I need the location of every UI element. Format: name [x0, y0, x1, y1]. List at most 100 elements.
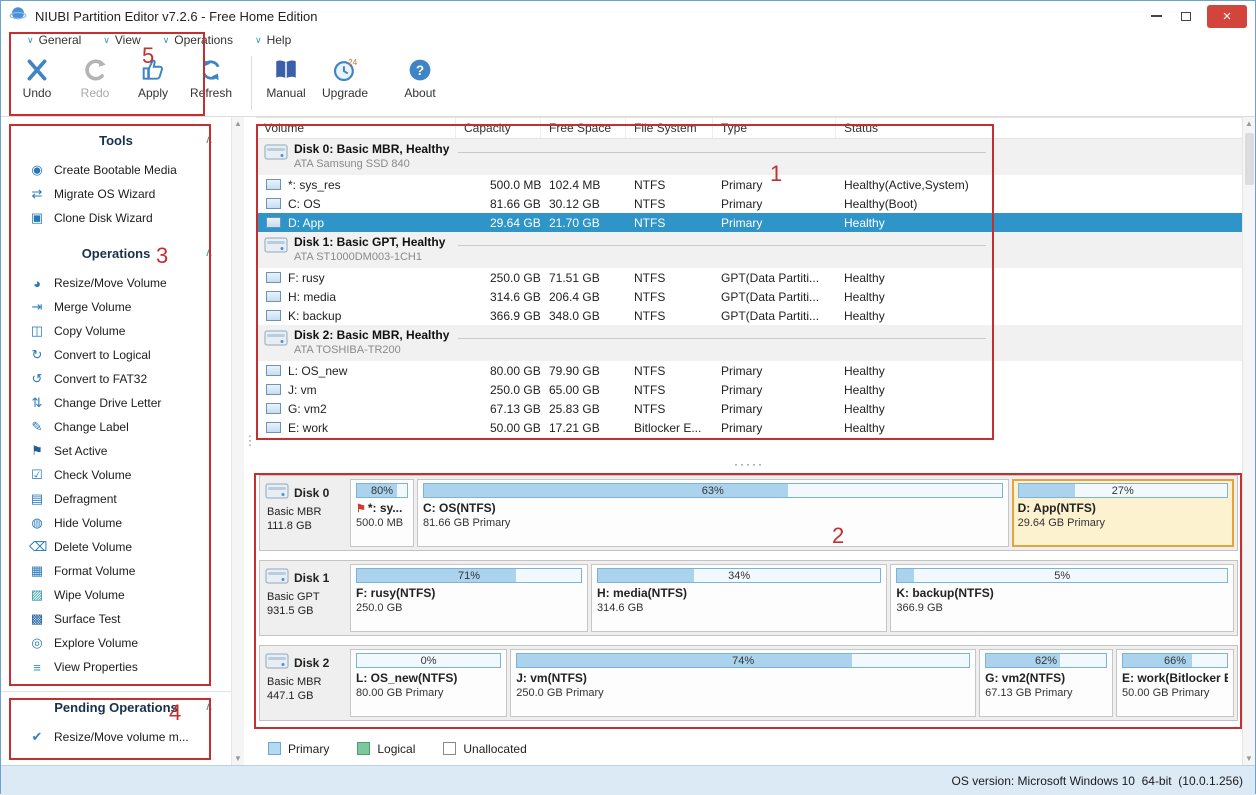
free-space-cell: 348.0 GB: [541, 309, 626, 323]
scroll-down-icon[interactable]: ▼: [1245, 754, 1253, 763]
partition-block-j-vm[interactable]: 74% J: vm(NTFS) 250.0 GB Primary: [510, 649, 976, 717]
operations-section-header[interactable]: Operations ∧: [1, 238, 231, 267]
usage-bar: 63%: [423, 483, 1003, 498]
button-label: Upgrade: [322, 86, 368, 100]
close-button[interactable]: ×: [1207, 5, 1247, 28]
column-header-file-system[interactable]: File System: [626, 118, 713, 138]
table-row[interactable]: E: work 50.00 GB 17.21 GB Bitlocker E...…: [256, 418, 1242, 437]
disk-group-row[interactable]: Disk 1: Basic GPT, Healthy ATA ST1000DM0…: [256, 232, 1242, 268]
refresh-button[interactable]: Refresh: [189, 54, 233, 100]
sidebar-item-defragment[interactable]: ▤Defragment: [1, 487, 231, 511]
undo-icon: [24, 54, 50, 86]
disk-info[interactable]: Disk 1 Basic GPT 931.5 GB: [263, 564, 347, 632]
partition-block-l-os-new[interactable]: 0% L: OS_new(NTFS) 80.00 GB Primary: [350, 649, 507, 717]
legend: Primary Logical Unallocated: [256, 732, 1242, 765]
horizontal-splitter[interactable]: ·····: [256, 455, 1242, 473]
disk-group-row[interactable]: Disk 2: Basic MBR, Healthy ATA TOSHIBA-T…: [256, 325, 1242, 361]
column-header-free-space[interactable]: Free Space: [541, 118, 626, 138]
sidebar-item-format-volume[interactable]: ▦Format Volume: [1, 559, 231, 583]
menu-view[interactable]: ∨View: [103, 33, 140, 47]
column-header-type[interactable]: Type: [713, 118, 836, 138]
sidebar-item-delete-volume[interactable]: ⌫Delete Volume: [1, 535, 231, 559]
item-label: Create Bootable Media: [54, 163, 177, 177]
sidebar-item-surface-test[interactable]: ▩Surface Test: [1, 607, 231, 631]
upgrade-button[interactable]: 24 Upgrade: [322, 54, 368, 100]
disk-info[interactable]: Disk 2 Basic MBR 447.1 GB: [263, 649, 347, 717]
column-header-volume[interactable]: Volume: [256, 118, 456, 138]
type-cell: Primary: [713, 216, 836, 230]
menu-operations[interactable]: ∨Operations: [163, 33, 233, 47]
menu-help[interactable]: ∨Help: [255, 33, 291, 47]
about-button[interactable]: ? About: [398, 54, 442, 100]
divider: [458, 338, 986, 339]
partition-block-h-media[interactable]: 34% H: media(NTFS) 314.6 GB: [591, 564, 887, 632]
column-header-status[interactable]: Status: [836, 118, 1242, 138]
sidebar-scrollbar[interactable]: ▲ ▼: [231, 117, 244, 765]
partition-block-d-app-selected[interactable]: 27% D: App(NTFS) 29.64 GB Primary: [1012, 479, 1234, 547]
sidebar-item-view-properties[interactable]: ≡View Properties: [1, 655, 231, 679]
apply-button[interactable]: Apply: [131, 54, 175, 100]
table-row[interactable]: C: OS 81.66 GB 30.12 GB NTFS Primary Hea…: [256, 194, 1242, 213]
scrollbar-thumb[interactable]: [1245, 133, 1254, 185]
volume-name: F: rusy: [288, 271, 325, 285]
table-row[interactable]: *: sys_res 500.0 MB 102.4 MB NTFS Primar…: [256, 175, 1242, 194]
sidebar-item-convert-to-fat32[interactable]: ↺Convert to FAT32: [1, 367, 231, 391]
type-cell: GPT(Data Partiti...: [713, 309, 836, 323]
vertical-splitter[interactable]: ⋮: [244, 117, 256, 765]
sidebar-item-explore-volume[interactable]: ◎Explore Volume: [1, 631, 231, 655]
pending-operations-header[interactable]: Pending Operations ∧: [1, 692, 231, 721]
minimize-button[interactable]: [1141, 4, 1171, 28]
table-row[interactable]: G: vm2 67.13 GB 25.83 GB NTFS Primary He…: [256, 399, 1242, 418]
table-row[interactable]: H: media 314.6 GB 206.4 GB NTFS GPT(Data…: [256, 287, 1242, 306]
scroll-down-icon[interactable]: ▼: [234, 754, 242, 763]
disk-info[interactable]: Disk 0 Basic MBR 111.8 GB: [263, 479, 347, 547]
table-row-selected[interactable]: D: App 29.64 GB 21.70 GB NTFS Primary He…: [256, 213, 1242, 232]
button-label: Apply: [138, 86, 168, 100]
menu-general[interactable]: ∨General: [27, 33, 81, 47]
sidebar-item-clone-disk-wizard[interactable]: ▣Clone Disk Wizard: [1, 206, 231, 230]
table-row[interactable]: J: vm 250.0 GB 65.00 GB NTFS Primary Hea…: [256, 380, 1242, 399]
sidebar-item-copy-volume[interactable]: ◫Copy Volume: [1, 319, 231, 343]
free-space-cell: 17.21 GB: [541, 421, 626, 435]
scroll-up-icon[interactable]: ▲: [234, 119, 242, 128]
usage-bar: 34%: [597, 568, 881, 583]
disk-map: Disk 0 Basic MBR 111.8 GB 80% ⚑*: sy... …: [256, 473, 1242, 732]
item-label: Set Active: [54, 444, 107, 458]
undo-button[interactable]: Undo: [15, 54, 59, 100]
main-scrollbar[interactable]: ▲ ▼: [1242, 117, 1255, 765]
disk-size: 111.8 GB: [267, 520, 347, 532]
sidebar-item-migrate-os-wizard[interactable]: ⇄Migrate OS Wizard: [1, 182, 231, 206]
partition-block-g-vm2[interactable]: 62% G: vm2(NTFS) 67.13 GB Primary: [979, 649, 1113, 717]
volume-name: H: media: [288, 290, 336, 304]
volume-name: E: work: [288, 421, 328, 435]
partition-block-k-backup[interactable]: 5% K: backup(NTFS) 366.9 GB: [890, 564, 1234, 632]
disk-group-row[interactable]: Disk 0: Basic MBR, Healthy ATA Samsung S…: [256, 139, 1242, 175]
sidebar-item-wipe-volume[interactable]: ▨Wipe Volume: [1, 583, 231, 607]
redo-button[interactable]: Redo: [73, 54, 117, 100]
partition-block-c-os[interactable]: 63% C: OS(NTFS) 81.66 GB Primary: [417, 479, 1009, 547]
table-row[interactable]: L: OS_new 80.00 GB 79.90 GB NTFS Primary…: [256, 361, 1242, 380]
sidebar-item-merge-volume[interactable]: ⇥Merge Volume: [1, 295, 231, 319]
free-space-cell: 102.4 MB: [541, 178, 626, 192]
partition-block-sys-res[interactable]: 80% ⚑*: sy... 500.0 MB: [350, 479, 414, 547]
sidebar-item-convert-to-logical[interactable]: ↻Convert to Logical: [1, 343, 231, 367]
scroll-up-icon[interactable]: ▲: [1245, 119, 1253, 128]
column-header-capacity[interactable]: Capacity: [456, 118, 541, 138]
manual-button[interactable]: Manual: [264, 54, 308, 100]
pending-operation-item[interactable]: ✔Resize/Move volume m...: [1, 725, 231, 749]
sidebar-item-hide-volume[interactable]: ◍Hide Volume: [1, 511, 231, 535]
table-row[interactable]: K: backup 366.9 GB 348.0 GB NTFS GPT(Dat…: [256, 306, 1242, 325]
sidebar-item-set-active[interactable]: ⚑Set Active: [1, 439, 231, 463]
sidebar-item-change-label[interactable]: ✎Change Label: [1, 415, 231, 439]
table-row[interactable]: F: rusy 250.0 GB 71.51 GB NTFS GPT(Data …: [256, 268, 1242, 287]
button-label: Manual: [266, 86, 305, 100]
sidebar-item-create-bootable-media[interactable]: ◉Create Bootable Media: [1, 158, 231, 182]
sidebar-item-check-volume[interactable]: ☑Check Volume: [1, 463, 231, 487]
tools-section-header[interactable]: Tools ∧: [1, 125, 231, 154]
menu-bar: ∨General ∨View ∨Operations ∨Help: [1, 31, 1255, 49]
partition-block-f-rusy[interactable]: 71% F: rusy(NTFS) 250.0 GB: [350, 564, 588, 632]
sidebar-item-change-drive-letter[interactable]: ⇅Change Drive Letter: [1, 391, 231, 415]
sidebar-item-resize-move-volume[interactable]: ◕Resize/Move Volume: [1, 271, 231, 295]
partition-block-e-work[interactable]: 66% E: work(Bitlocker E... 50.00 GB Prim…: [1116, 649, 1234, 717]
maximize-button[interactable]: [1171, 4, 1201, 28]
